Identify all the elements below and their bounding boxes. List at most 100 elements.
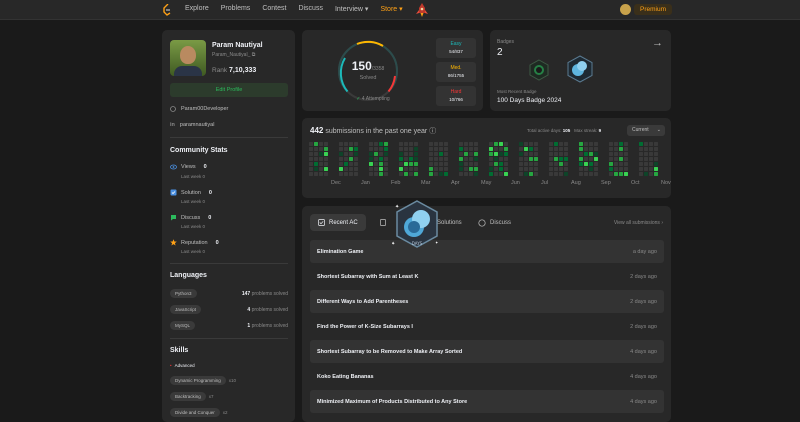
heatmap-cell[interactable]: [584, 167, 588, 171]
heatmap-cell[interactable]: [469, 167, 473, 171]
heatmap-cell[interactable]: [439, 157, 443, 161]
rocket-icon[interactable]: [414, 2, 430, 18]
heatmap-cell[interactable]: [519, 162, 523, 166]
heatmap-cell[interactable]: [464, 167, 468, 171]
heatmap-cell[interactable]: [414, 167, 418, 171]
heatmap-cell[interactable]: [559, 172, 563, 176]
heatmap-cell[interactable]: [619, 142, 623, 146]
heatmap-cell[interactable]: [344, 162, 348, 166]
heatmap-cell[interactable]: [499, 142, 503, 146]
heatmap-cell[interactable]: [384, 152, 388, 156]
heatmap-cell[interactable]: [609, 162, 613, 166]
heatmap-cell[interactable]: [409, 147, 413, 151]
heatmap-cell[interactable]: [559, 147, 563, 151]
heatmap-cell[interactable]: [579, 157, 583, 161]
heatmap-cell[interactable]: [409, 167, 413, 171]
heatmap-cell[interactable]: [494, 172, 498, 176]
heatmap-cell[interactable]: [644, 142, 648, 146]
heatmap-cell[interactable]: [349, 162, 353, 166]
submission-row[interactable]: Shortest Subarray to be Removed to Make …: [310, 340, 664, 363]
heatmap-cell[interactable]: [349, 152, 353, 156]
heatmap-cell[interactable]: [584, 162, 588, 166]
difficulty-medium[interactable]: Med. 86/1755: [436, 62, 476, 82]
heatmap-cell[interactable]: [369, 142, 373, 146]
heatmap-cell[interactable]: [584, 152, 588, 156]
heatmap-cell[interactable]: [529, 152, 533, 156]
heatmap-cell[interactable]: [404, 147, 408, 151]
heatmap-cell[interactable]: [324, 162, 328, 166]
heatmap-cell[interactable]: [504, 152, 508, 156]
heatmap-cell[interactable]: [469, 142, 473, 146]
heatmap-cell[interactable]: [319, 142, 323, 146]
heatmap-cell[interactable]: [349, 157, 353, 161]
heatmap-cell[interactable]: [619, 172, 623, 176]
heatmap-cell[interactable]: [339, 162, 343, 166]
heatmap-cell[interactable]: [529, 167, 533, 171]
heatmap-cell[interactable]: [644, 172, 648, 176]
heatmap-cell[interactable]: [459, 162, 463, 166]
heatmap-cell[interactable]: [309, 142, 313, 146]
heatmap-cell[interactable]: [439, 167, 443, 171]
heatmap-cell[interactable]: [649, 157, 653, 161]
heatmap-cell[interactable]: [464, 162, 468, 166]
heatmap-cell[interactable]: [404, 157, 408, 161]
heatmap-cell[interactable]: [399, 172, 403, 176]
heatmap-cell[interactable]: [554, 172, 558, 176]
submission-row[interactable]: Different Ways to Add Parentheses 2 days …: [310, 290, 664, 313]
heatmap-cell[interactable]: [494, 147, 498, 151]
heatmap-cell[interactable]: [564, 152, 568, 156]
heatmap-cell[interactable]: [369, 162, 373, 166]
heatmap-cell[interactable]: [589, 167, 593, 171]
heatmap-cell[interactable]: [474, 152, 478, 156]
heatmap-cell[interactable]: [344, 142, 348, 146]
heatmap-cell[interactable]: [549, 157, 553, 161]
heatmap-cell[interactable]: [349, 167, 353, 171]
heatmap-cell[interactable]: [409, 157, 413, 161]
heatmap-cell[interactable]: [469, 172, 473, 176]
edit-profile-button[interactable]: Edit Profile: [170, 83, 288, 97]
heatmap-cell[interactable]: [469, 152, 473, 156]
heatmap-cell[interactable]: [444, 142, 448, 146]
heatmap-cell[interactable]: [564, 147, 568, 151]
nav-explore[interactable]: Explore: [185, 5, 209, 13]
heatmap-cell[interactable]: [469, 157, 473, 161]
heatmap-cell[interactable]: [349, 147, 353, 151]
heatmap-cell[interactable]: [554, 167, 558, 171]
heatmap-cell[interactable]: [399, 152, 403, 156]
heatmap-cell[interactable]: [654, 147, 658, 151]
heatmap-cell[interactable]: [489, 167, 493, 171]
heatmap-cell[interactable]: [609, 167, 613, 171]
heatmap-cell[interactable]: [404, 142, 408, 146]
heatmap-cell[interactable]: [564, 172, 568, 176]
heatmap-cell[interactable]: [494, 162, 498, 166]
heatmap-cell[interactable]: [474, 147, 478, 151]
heatmap-cell[interactable]: [459, 152, 463, 156]
heatmap-cell[interactable]: [354, 142, 358, 146]
heatmap-cell[interactable]: [624, 172, 628, 176]
heatmap-cell[interactable]: [624, 152, 628, 156]
heatmap-cell[interactable]: [489, 172, 493, 176]
heatmap-cell[interactable]: [409, 152, 413, 156]
heatmap-cell[interactable]: [494, 157, 498, 161]
heatmap-cell[interactable]: [589, 172, 593, 176]
heatmap-cell[interactable]: [339, 152, 343, 156]
heatmap-cell[interactable]: [474, 157, 478, 161]
heatmap-cell[interactable]: [444, 157, 448, 161]
heatmap-cell[interactable]: [439, 152, 443, 156]
heatmap-cell[interactable]: [464, 172, 468, 176]
badge-50-days-icon[interactable]: [528, 59, 550, 81]
heatmap-cell[interactable]: [379, 142, 383, 146]
heatmap-cell[interactable]: [589, 157, 593, 161]
heatmap-cell[interactable]: [614, 172, 618, 176]
heatmap-cell[interactable]: [354, 157, 358, 161]
heatmap-cell[interactable]: [489, 157, 493, 161]
heatmap-cell[interactable]: [489, 152, 493, 156]
heatmap-cell[interactable]: [594, 142, 598, 146]
heatmap-cell[interactable]: [374, 157, 378, 161]
heatmap-cell[interactable]: [524, 162, 528, 166]
heatmap-cell[interactable]: [444, 147, 448, 151]
heatmap-cell[interactable]: [434, 167, 438, 171]
heatmap-cell[interactable]: [494, 152, 498, 156]
heatmap-cell[interactable]: [499, 172, 503, 176]
heatmap-cell[interactable]: [504, 167, 508, 171]
